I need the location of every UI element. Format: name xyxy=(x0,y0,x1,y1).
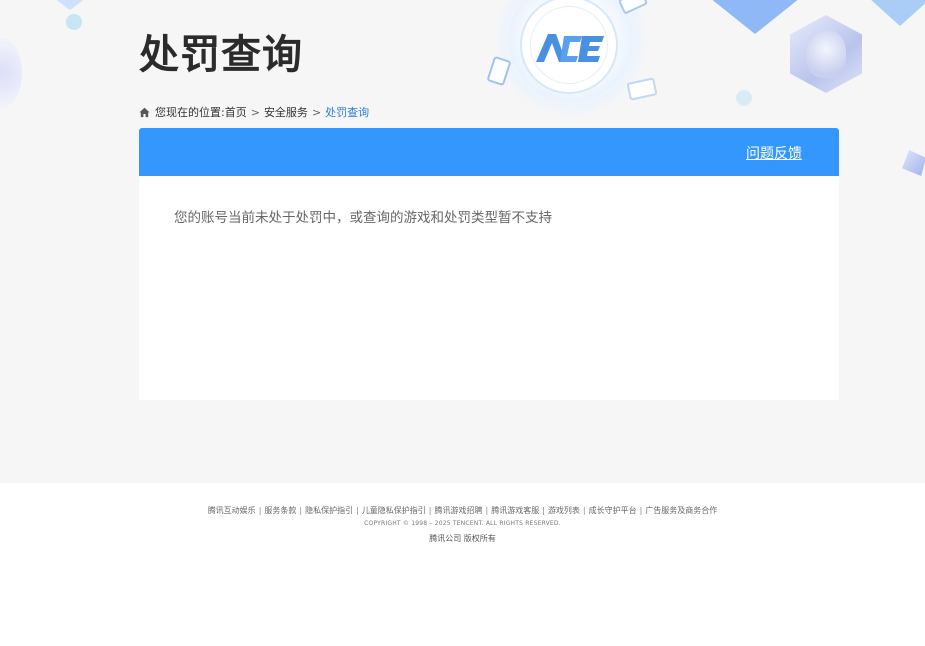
footer-divider: | xyxy=(356,506,359,515)
breadcrumb-separator: > xyxy=(311,105,322,119)
breadcrumb-current: 处罚查询 xyxy=(325,106,370,119)
copyright-text: COPYRIGHT © 1998 – 2025 TENCENT. ALL RIG… xyxy=(364,520,561,527)
breadcrumb-separator: > xyxy=(250,105,260,119)
decorative-dot xyxy=(736,90,752,106)
panel-header: 问题反馈 xyxy=(139,128,839,176)
footer: 腾讯互动娱乐 | 服务条款 | 隐私保护指引 | 儿童隐私保护指引 | 腾讯游戏招聘 | 腾讯游戏客… xyxy=(0,483,925,646)
footer-divider: | xyxy=(428,506,432,515)
footer-divider: | xyxy=(542,506,545,515)
footer-links: 腾讯互动娱乐 | 服务条款 | 隐私保护指引 | 儿童隐私保护指引 | 腾讯游戏招聘 | 腾讯游戏客… xyxy=(0,505,925,516)
footer-divider: | xyxy=(258,506,262,515)
breadcrumb: 您现在的位置: 首页 > 安全服务 > 处罚查询 xyxy=(139,104,369,120)
company-text: 腾讯公司 版权所有 xyxy=(429,534,496,543)
footer-link-terms[interactable]: 服务条款 xyxy=(264,506,296,515)
decorative-crystal xyxy=(902,150,925,176)
footer-link-game-list[interactable]: 游戏列表 xyxy=(548,506,580,515)
page-title: 处罚查询 xyxy=(139,32,303,78)
breadcrumb-prefix: 您现在的位置: xyxy=(155,106,225,119)
decorative-triangle xyxy=(860,0,925,26)
feedback-link[interactable]: 问题反馈 xyxy=(746,143,802,163)
footer-divider: | xyxy=(639,506,643,515)
ace-logo xyxy=(536,34,604,62)
result-panel: 问题反馈 您的账号当前未处于处罚中，或查询的游戏和处罚类型暂不支持 xyxy=(139,128,839,400)
footer-divider: | xyxy=(485,506,489,515)
top-background: 处罚查询 您现在的位置: 首页 > 安全服务 > 处罚查询 问题反馈 您的账号当… xyxy=(0,0,925,483)
decorative-triangle xyxy=(30,0,110,10)
footer-link-careers[interactable]: 腾讯游戏招聘 xyxy=(435,506,483,515)
footer-link-growth-guard[interactable]: 成长守护平台 xyxy=(589,506,637,515)
footer-divider: | xyxy=(299,506,303,515)
breadcrumb-home-link[interactable]: 首页 xyxy=(225,104,247,120)
home-icon xyxy=(139,107,150,117)
breadcrumb-security-link[interactable]: 安全服务 xyxy=(264,104,308,120)
decorative-dot xyxy=(66,14,82,30)
footer-link-tencent-games[interactable]: 腾讯互动娱乐 xyxy=(208,506,256,515)
footer-link-advertising[interactable]: 广告服务及商务合作 xyxy=(645,506,717,515)
decorative-blob xyxy=(0,38,22,108)
decorative-character xyxy=(806,30,846,78)
result-message: 您的账号当前未处于处罚中，或查询的游戏和处罚类型暂不支持 xyxy=(174,210,552,226)
decorative-triangle xyxy=(700,0,810,34)
footer-link-privacy[interactable]: 隐私保护指引 xyxy=(305,506,353,515)
footer-link-support[interactable]: 腾讯游戏客服 xyxy=(491,506,539,515)
footer-divider: | xyxy=(582,506,586,515)
footer-link-child-privacy[interactable]: 儿童隐私保护指引 xyxy=(362,506,426,515)
